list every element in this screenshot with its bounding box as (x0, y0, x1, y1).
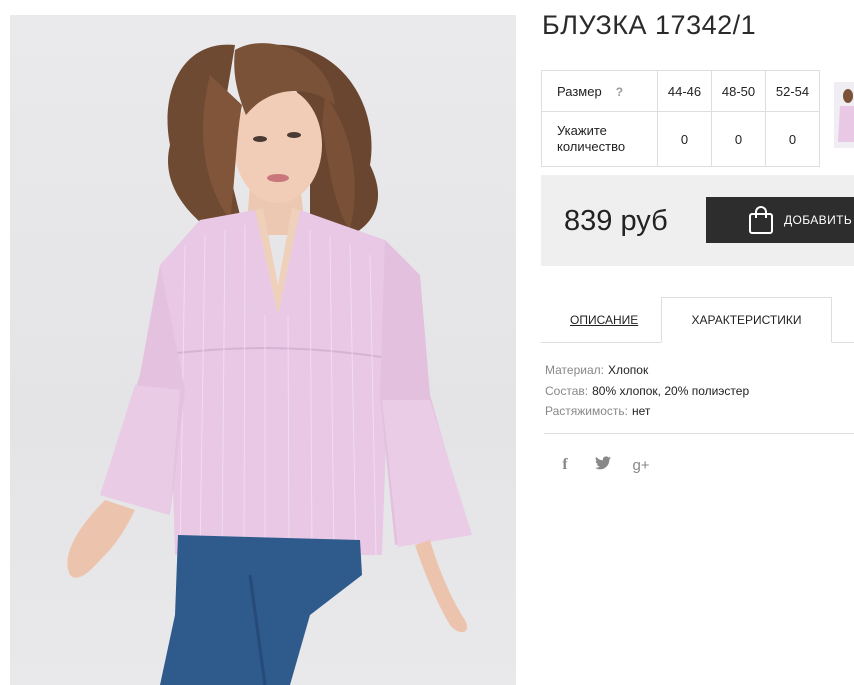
twitter-icon[interactable] (594, 456, 612, 474)
spec-row: Растяжимость: нет (545, 401, 749, 422)
spec-value: 80% хлопок, 20% полиэстер (592, 383, 750, 398)
product-photo[interactable] (10, 15, 516, 685)
spec-value: Хлопок (607, 363, 649, 377)
price: 839 руб (564, 205, 668, 237)
google-plus-icon[interactable]: g+ (632, 457, 650, 474)
quantity-input[interactable]: 0 (711, 111, 766, 167)
social-share: f g+ (556, 456, 650, 474)
spec-key: Материал: (545, 363, 604, 377)
buy-box: 839 руб ДОБАВИТЬ (541, 175, 854, 266)
size-option: 44-46 (657, 70, 712, 112)
size-label-cell: Размер? (541, 70, 658, 112)
help-icon[interactable]: ? (616, 85, 623, 99)
product-page: БЛУЗКА 17342/1 Размер? 44-46 48-50 52-54… (0, 0, 854, 685)
add-to-cart-button[interactable]: ДОБАВИТЬ (706, 197, 854, 243)
spec-value: нет (632, 404, 651, 418)
model-illustration (67, 43, 472, 685)
divider (544, 433, 854, 434)
size-option: 48-50 (711, 70, 766, 112)
quantity-label: Укажите количество (541, 111, 658, 167)
product-thumbnail[interactable] (834, 82, 854, 148)
tab-description[interactable]: ОПИСАНИЕ (570, 313, 638, 327)
tab-characteristics[interactable]: ХАРАКТЕРИСТИКИ (661, 297, 832, 343)
spec-key: Состав: (545, 383, 589, 398)
specs-list: Материал: Хлопок Состав: 80% хлопок, 20% п… (545, 360, 749, 422)
shopping-bag-icon (748, 206, 774, 234)
size-option: 52-54 (765, 70, 820, 112)
spec-row: Состав: 80% хлопок, 20% полиэстер (545, 381, 749, 402)
add-button-label: ДОБАВИТЬ (784, 213, 853, 227)
product-title: БЛУЗКА 17342/1 (542, 10, 757, 40)
quantity-input[interactable]: 0 (657, 111, 712, 167)
product-tabs: ОПИСАНИЕ ХАРАКТЕРИСТИКИ (541, 297, 854, 343)
size-quantity-table: Размер? 44-46 48-50 52-54 Укажите количе… (541, 70, 820, 167)
facebook-icon[interactable]: f (556, 456, 574, 474)
size-label: Размер (557, 83, 602, 99)
quantity-input[interactable]: 0 (765, 111, 820, 167)
spec-row: Материал: Хлопок (545, 360, 749, 381)
spec-key: Растяжимость: (545, 404, 629, 418)
